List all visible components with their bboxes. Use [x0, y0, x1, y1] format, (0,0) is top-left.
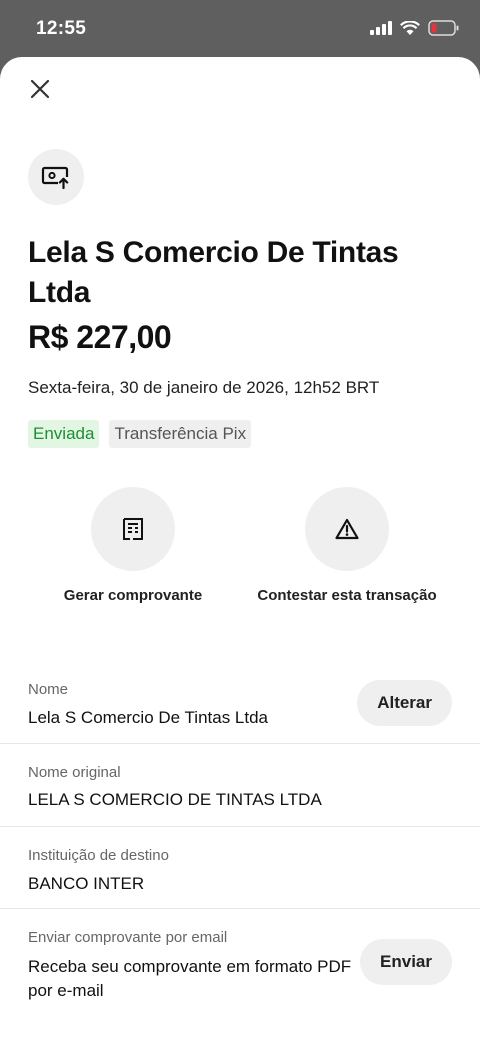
email-receipt-label: Enviar comprovante por email	[28, 929, 228, 946]
name-value: Lela S Comercio De Tintas Ltda	[28, 708, 269, 727]
transaction-date: Sexta-feira, 30 de janeiro de 2026, 12h5…	[28, 378, 380, 397]
receipt-icon	[123, 518, 143, 540]
transaction-type-icon	[28, 149, 84, 205]
status-bar: 12:55	[0, 0, 480, 58]
generate-receipt-label: Gerar comprovante	[63, 587, 203, 604]
status-time: 12:55	[36, 18, 87, 39]
dispute-transaction-label: Contestar esta transação	[257, 587, 437, 604]
battery-icon	[428, 20, 459, 36]
close-button[interactable]	[26, 75, 54, 103]
detail-row-original-name: Nome original LELA S COMERCIO DE TINTAS …	[0, 744, 480, 827]
institution-label: Instituição de destino	[28, 847, 169, 864]
email-receipt-description: Receba seu comprovante em formato PDF po…	[28, 957, 352, 1000]
transaction-amount: R$ 227,00	[28, 319, 172, 355]
status-badge: Enviada	[28, 420, 100, 448]
generate-receipt-button[interactable]: Gerar comprovante	[33, 487, 233, 604]
recipient-title: Lela S Comercio De Tintas Ltda	[28, 236, 399, 309]
change-name-button[interactable]: Alterar	[357, 680, 452, 726]
detail-row-institution: Instituição de destino BANCO INTER	[0, 827, 480, 909]
signal-icon	[370, 21, 392, 35]
generate-receipt-circle[interactable]	[91, 487, 175, 571]
detail-row-email-receipt: Enviar comprovante por email Receba seu …	[0, 909, 480, 1019]
status-icons	[370, 20, 460, 36]
warning-icon	[335, 518, 359, 540]
detail-row-name: Nome Lela S Comercio De Tintas Ltda Alte…	[0, 665, 480, 744]
type-badge: Transferência Pix	[109, 420, 252, 448]
original-name-value: LELA S COMERCIO DE TINTAS LTDA	[28, 790, 322, 809]
institution-value: BANCO INTER	[28, 874, 145, 893]
original-name-label: Nome original	[28, 764, 121, 781]
dispute-transaction-button[interactable]: Contestar esta transação	[247, 487, 447, 604]
dispute-transaction-circle[interactable]	[305, 487, 389, 571]
name-label: Nome	[28, 681, 69, 698]
transaction-detail-sheet: Lela S Comercio De Tintas Ltda R$ 227,00…	[0, 57, 480, 1038]
tags: Enviada Transferência Pix	[28, 420, 252, 448]
send-email-receipt-button[interactable]: Enviar	[360, 939, 452, 985]
close-icon	[30, 79, 50, 99]
wifi-icon	[400, 20, 420, 35]
transfer-out-icon	[41, 166, 69, 190]
